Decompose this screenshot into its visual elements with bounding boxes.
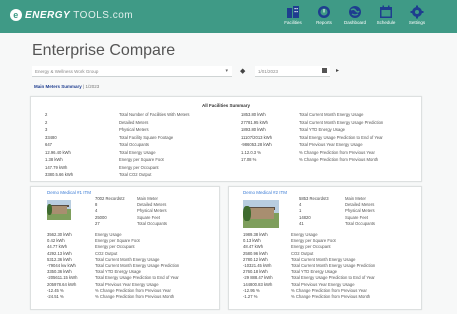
facility-top-label: Total Occupants: [137, 220, 168, 226]
facility-photo: [47, 200, 71, 220]
summary-value: 147.79 kWh: [45, 164, 68, 170]
add-filter-button[interactable]: ◆: [240, 67, 245, 75]
facility-top-value: 41: [299, 220, 304, 226]
summary-value: 11107/2013 kWh: [241, 134, 273, 140]
summary-label: Total YTD Energy Usage: [299, 127, 346, 132]
summary-value: 1853.80 kWh: [241, 112, 266, 117]
facility-top-value: 7002 Records!2: [95, 196, 125, 201]
summary-value: 12.96.40 kWh: [45, 149, 71, 155]
nav-schedule-label: Schedule: [376, 20, 396, 25]
summary-label: Total Energy Usage: [119, 149, 156, 155]
summary-label: Total CO2 Output: [119, 172, 152, 177]
summary-label: Detailed Meters: [119, 119, 149, 125]
nav-facilities-label: Facilities: [284, 20, 302, 25]
summary-value: 1.12.0.3 %: [241, 149, 262, 155]
summary-label: Energy per Square Foot: [119, 157, 164, 162]
facility-label: % Change Prediction from Previous Month: [95, 294, 175, 299]
nav-facilities[interactable]: Facilities: [278, 3, 308, 32]
summary-label: Energy per Occupant: [119, 164, 159, 170]
logo-text-bold: ENERGY: [25, 9, 71, 21]
summary-value: 2: [45, 112, 48, 117]
summary-link-rest: | 1/2023: [81, 84, 100, 89]
building-icon: [287, 6, 299, 18]
summary-value: 647: [45, 142, 52, 147]
facility-top-value: 5853 Records!3: [299, 196, 329, 201]
summary-link[interactable]: Main Meters Summary | 1/2023: [34, 84, 99, 89]
nav-reports-label: Reports: [316, 20, 332, 25]
summary-label: Physical Meters: [119, 127, 149, 132]
top-bar: e ENERGY TOOLS.com Facilities Reports Das…: [0, 0, 457, 33]
summary-value: 1893.80 kWh: [241, 127, 266, 132]
facility-name-link[interactable]: Demo Medical #2 ITM: [243, 190, 287, 195]
facility-top-value: 27: [95, 220, 100, 226]
page-title: Enterprise Compare: [32, 42, 176, 59]
logo[interactable]: e ENERGY TOOLS.com: [10, 9, 133, 21]
gauge-icon: [318, 6, 330, 18]
facility-value: -24.51 %: [47, 294, 64, 299]
summary-value: 2: [45, 119, 48, 125]
all-facilities-summary-card: All Facilities Summary 2 2 3 33480 647 12.96.…: [30, 96, 422, 182]
summary-label: Total Current Month Energy Usage: [299, 112, 364, 117]
summary-card-title: All Facilities Summary: [201, 103, 251, 108]
next-arrow-icon[interactable]: ▸: [336, 67, 339, 74]
summary-label: Total Previous Year Energy Usage: [299, 142, 363, 147]
summary-value: 27781.95 kWh: [241, 119, 269, 125]
summary-label: % Change Prediction from Previous Year: [299, 149, 375, 155]
facility-top-label: Total Occupants: [345, 220, 376, 226]
summary-label: Total Current Month Energy Usage Predict…: [299, 119, 384, 125]
group-select[interactable]: Energy & Wellness Work Group ▾: [32, 66, 232, 77]
logo-text-rest: TOOLS.com: [73, 9, 134, 21]
facility-value: -1.27 %: [243, 294, 258, 299]
calendar-picker-icon[interactable]: [322, 68, 327, 73]
facility-card: Demo Medical #1 ITM 7002 Records!2 8 4 2500…: [30, 186, 220, 310]
summary-label: Total Facility Square Footage: [119, 134, 174, 140]
summary-label: Total Occupants: [119, 142, 150, 147]
summary-value: 33480: [45, 134, 57, 140]
summary-label: Total Energy Usage Prediction to End of …: [299, 134, 383, 140]
summary-value: 3380.5.66 kWh: [45, 172, 74, 177]
logo-mark-icon: e: [10, 9, 22, 21]
nav-dashboard-label: Dashboard: [343, 20, 366, 25]
summary-value: 17.08 %: [241, 157, 257, 162]
summary-label: Total Number of Facilities With Meters: [119, 112, 190, 117]
facility-name-link[interactable]: Demo Medical #1 ITM: [47, 190, 91, 195]
globe-icon: [349, 6, 361, 18]
nav-settings[interactable]: Settings: [402, 3, 432, 32]
facility-label: % Change Prediction from Previous Month: [291, 294, 371, 299]
summary-label: % Change Prediction from Previous Month: [299, 157, 379, 162]
gear-icon: [410, 5, 424, 19]
chevron-down-icon: ▾: [225, 68, 228, 74]
nav-dashboard[interactable]: Dashboard: [340, 3, 370, 32]
nav-settings-label: Settings: [408, 20, 426, 25]
facility-card: Demo Medical #2 ITM 5853 Records!3 4 1 1482…: [228, 186, 422, 310]
summary-value: -986053.28 kWh: [241, 142, 272, 147]
facility-photo: [243, 200, 279, 228]
date-value: 1/01/2023: [258, 69, 279, 74]
group-select-value: Energy & Wellness Work Group: [35, 69, 99, 74]
nav-schedule[interactable]: Schedule: [371, 3, 401, 32]
calendar-icon: [380, 5, 392, 18]
summary-link-bold: Main Meters Summary: [34, 84, 82, 89]
date-input[interactable]: 1/01/2023: [255, 66, 330, 77]
summary-value: 1.38 kWh: [45, 157, 63, 162]
summary-value: 3: [45, 127, 48, 132]
nav-reports[interactable]: Reports: [309, 3, 339, 32]
